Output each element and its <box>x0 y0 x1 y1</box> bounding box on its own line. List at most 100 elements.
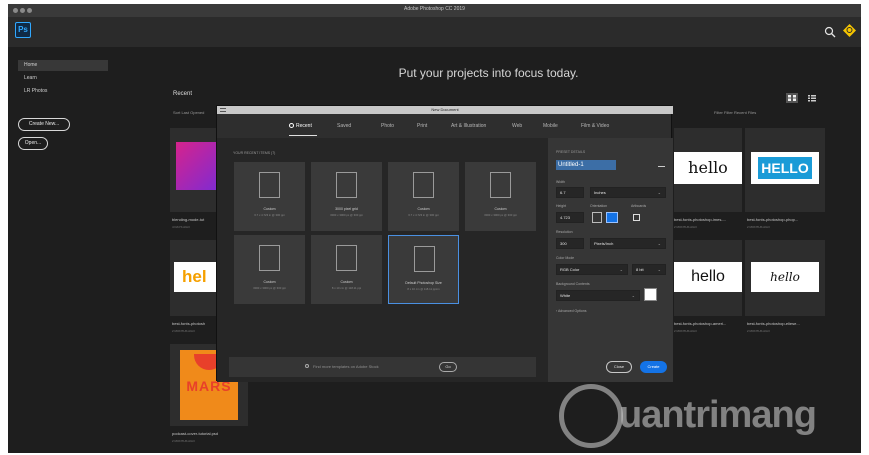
stock-search-placeholder: Find more templates on Adobe Stock <box>313 364 379 369</box>
dialog-title: New Document <box>217 106 673 114</box>
chevron-down-icon: ⌄ <box>619 267 623 272</box>
preset-name: Custom <box>263 207 276 211</box>
landscape-orientation-icon[interactable] <box>606 212 618 223</box>
recent-file-age: 2 MONTHS AGO <box>172 329 195 333</box>
tab-label: Recent <box>296 123 312 129</box>
width-unit-select[interactable]: Inches ⌄ <box>590 187 666 198</box>
recent-file-thumbnail[interactable]: hello <box>674 240 742 316</box>
height-label: Height <box>556 204 567 208</box>
preset-size: 3000 x 3000 px @ 300 ppi <box>253 286 286 290</box>
resolution-field[interactable]: 300 <box>556 238 584 249</box>
orientation-label: Orientation <box>590 204 608 208</box>
tab-photo[interactable]: Photo <box>381 123 394 129</box>
background-color-swatch[interactable] <box>644 288 657 301</box>
thumbnail-text: hello <box>674 152 742 184</box>
recent-file-thumbnail[interactable]: HELLO <box>745 128 825 212</box>
chevron-down-icon: ⌄ <box>657 241 661 246</box>
tab-mobile[interactable]: Mobile <box>543 123 558 129</box>
recent-file-name[interactable]: best-fonts-photoshop-imes-... <box>674 217 744 222</box>
resolution-unit-select[interactable]: Pixels/Inch ⌄ <box>590 238 666 249</box>
recent-heading: Recent <box>173 91 193 97</box>
advanced-options-toggle[interactable]: › Advanced Options <box>556 309 587 313</box>
background-contents-label: Background Contents <box>556 282 590 286</box>
background-contents-select[interactable]: White ⌄ <box>556 290 640 301</box>
window-title: Adobe Photoshop CC 2019 <box>404 6 465 12</box>
portrait-orientation-icon[interactable] <box>592 212 602 223</box>
preset-card[interactable]: Custom 3000 x 3000 px @ 300 ppi <box>234 235 305 304</box>
height-field[interactable]: 4.723 <box>556 212 584 223</box>
preset-size: 8 x 10 cm @ 118.11 ppcm <box>407 287 440 291</box>
preset-name: Custom <box>494 207 507 211</box>
artboards-checkbox[interactable] <box>633 214 640 221</box>
preset-size: 3000 x 3000 px @ 300 ppi <box>330 213 363 217</box>
preset-card[interactable]: Custom 3000 x 3000 px @ 300 ppi <box>465 162 536 231</box>
color-mode-value: RGB Color <box>560 267 580 272</box>
stock-template-search[interactable]: Find more templates on Adobe Stock Go <box>229 357 536 377</box>
artboards-label: Artboards <box>631 204 647 208</box>
tab-film-video[interactable]: Film & Video <box>581 123 609 129</box>
dialog-menu-icon[interactable] <box>220 108 226 112</box>
preset-size: 6.7 x 4.723 in @ 300 ppi <box>408 213 439 217</box>
window-titlebar: Adobe Photoshop CC 2019 <box>8 4 861 17</box>
recent-file-name[interactable]: best-fonts-photosh <box>172 321 216 326</box>
recent-file-name[interactable]: podcast-cover-tutorial.psd <box>172 431 252 436</box>
preset-card-selected[interactable]: Default Photoshop Size 8 x 10 cm @ 118.1… <box>388 235 459 304</box>
recent-file-thumbnail[interactable]: hello <box>745 240 825 316</box>
new-document-dialog: New Document Recent Saved Photo Print Ar… <box>216 105 673 382</box>
sidebar-item-home[interactable]: Home <box>18 60 108 71</box>
preset-details-heading: PRESET DETAILS <box>556 150 586 154</box>
learn-lightbulb-icon[interactable] <box>842 23 857 38</box>
save-preset-icon[interactable] <box>658 162 665 167</box>
preset-card[interactable]: Custom 6.7 x 4.723 in @ 300 ppi <box>388 162 459 231</box>
preset-name: Custom <box>263 280 276 284</box>
preset-name: Custom <box>417 207 430 211</box>
thumbnail-background: HELLO <box>751 152 819 184</box>
app-bar: Ps <box>8 17 861 47</box>
tab-print[interactable]: Print <box>417 123 427 129</box>
preset-card[interactable]: Custom 8 x 10 cm @ 118.11 ppi <box>311 235 382 304</box>
recent-file-name[interactable]: blending-mode-tut <box>172 217 216 222</box>
recent-file-name[interactable]: best-fonts-photoshop-phop... <box>747 217 823 222</box>
sort-dropdown[interactable]: Sort Last Opened <box>173 110 204 115</box>
preset-card[interactable]: 3000 pixel grid 3000 x 3000 px @ 300 ppi <box>311 162 382 231</box>
document-icon <box>336 245 357 271</box>
thumbnail-text: HELLO <box>758 157 812 179</box>
bit-depth-select[interactable]: 8 bit ⌄ <box>632 264 666 275</box>
quantrimang-watermark: uantrimang <box>559 384 861 450</box>
recent-file-age: 2 MONTHS AGO <box>747 225 770 229</box>
document-icon <box>259 172 280 198</box>
tab-web[interactable]: Web <box>512 123 522 129</box>
recent-presets-panel: YOUR RECENT ITEMS (7) Custom 6.7 x 4.723… <box>217 138 548 382</box>
recent-file-thumbnail[interactable]: hello <box>674 128 742 212</box>
sidebar-item-learn[interactable]: Learn <box>18 73 108 84</box>
width-field[interactable]: 6.7 <box>556 187 584 198</box>
background-contents-value: White <box>560 293 571 298</box>
grid-view-icon[interactable] <box>786 90 798 103</box>
tab-saved[interactable]: Saved <box>337 123 351 129</box>
color-mode-select[interactable]: RGB Color ⌄ <box>556 264 628 275</box>
watermark-text: uantrimang <box>619 394 817 436</box>
open-button[interactable]: Open... <box>18 137 48 150</box>
preset-card[interactable]: Custom 6.7 x 4.723 in @ 300 ppi <box>234 162 305 231</box>
tab-art-illustration[interactable]: Art & Illustration <box>451 123 486 129</box>
recent-file-name[interactable]: best-fonts-photoshop-ameri... <box>674 321 744 326</box>
create-new-button[interactable]: Create New... <box>18 118 70 131</box>
resolution-unit-value: Pixels/Inch <box>594 241 614 246</box>
preset-name: Default Photoshop Size <box>405 281 442 285</box>
list-view-icon[interactable] <box>806 90 818 102</box>
home-headline: Put your projects into focus today. <box>398 66 579 80</box>
document-name-field[interactable]: Untitled-1 <box>556 160 616 170</box>
recent-file-name[interactable]: best-fonts-photoshop-eliese... <box>747 321 823 326</box>
search-icon[interactable] <box>824 25 836 38</box>
filter-recent-files-input[interactable]: Filter Filter Recent Files <box>714 110 756 115</box>
sidebar-item-lr-photos[interactable]: LR Photos <box>18 86 108 97</box>
photoshop-logo[interactable]: Ps <box>15 22 31 38</box>
go-button[interactable]: Go <box>439 362 457 372</box>
bit-depth-value: 8 bit <box>636 267 644 272</box>
create-button[interactable]: Create <box>640 361 667 373</box>
active-tab-indicator <box>289 135 317 136</box>
search-icon <box>305 364 309 368</box>
chevron-down-icon: ⌄ <box>657 190 661 195</box>
tab-recent[interactable]: Recent <box>289 123 312 129</box>
close-button[interactable]: Close <box>606 361 632 373</box>
